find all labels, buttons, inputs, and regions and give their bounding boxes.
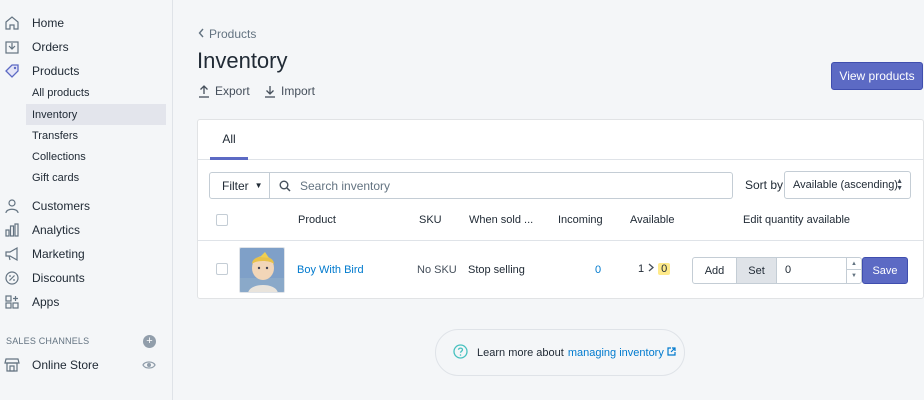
export-button[interactable]: Export (198, 84, 250, 98)
tag-icon (4, 63, 20, 79)
tab-bar: All (198, 120, 923, 160)
column-header-sku[interactable]: SKU (419, 214, 442, 226)
external-link-icon (667, 346, 676, 359)
sidebar-item-label: Home (32, 16, 65, 30)
sort-select[interactable]: Available (ascending) ▲ ▼ (784, 171, 911, 199)
product-link[interactable]: Boy With Bird (297, 264, 364, 276)
inventory-card: All Filter ▼ Sort by Available (ascendin… (197, 119, 924, 299)
sidebar-item-label: Collections (32, 150, 86, 163)
quantity-stepper[interactable]: ▲ ▼ (776, 257, 862, 284)
chevron-right-icon (648, 263, 655, 275)
available-change: 1 0 (638, 263, 671, 275)
sidebar: Home Orders Products All products Invent… (0, 0, 173, 400)
import-icon (265, 85, 275, 98)
column-header-when-sold[interactable]: When sold ... (469, 214, 533, 226)
sort-value: Available (ascending) (793, 179, 898, 191)
column-header-product[interactable]: Product (298, 214, 336, 226)
quantity-input[interactable] (785, 264, 840, 276)
sidebar-subitem-collections[interactable]: Collections (26, 146, 166, 167)
search-field[interactable] (270, 172, 733, 199)
column-header-incoming[interactable]: Incoming (558, 214, 603, 226)
export-icon (199, 84, 209, 98)
select-arrows-icon: ▲ ▼ (896, 178, 903, 192)
view-products-button[interactable]: View products (831, 62, 923, 90)
select-all-checkbox[interactable] (216, 214, 228, 226)
chevron-left-icon (198, 27, 205, 41)
sku-value: No SKU (417, 264, 457, 276)
sidebar-subitem-transfers[interactable]: Transfers (26, 125, 166, 146)
import-label: Import (281, 84, 316, 98)
sidebar-item-label: Orders (32, 40, 69, 54)
sidebar-item-label: Products (32, 64, 80, 78)
sales-channels-heading: SALES CHANNELS (6, 336, 90, 346)
search-icon (279, 180, 291, 192)
sidebar-item-label: Online Store (32, 358, 99, 372)
breadcrumb-label: Products (209, 27, 257, 41)
sidebar-subitem-gift-cards[interactable]: Gift cards (26, 167, 166, 188)
store-icon (4, 357, 20, 373)
eye-icon[interactable] (142, 359, 156, 371)
incoming-value[interactable]: 0 (595, 264, 601, 276)
sidebar-item-label: Inventory (32, 108, 78, 121)
set-quantity-button[interactable]: Set (736, 257, 777, 284)
decrement-icon[interactable]: ▼ (847, 270, 861, 282)
stepper-controls: ▲ ▼ (846, 258, 861, 283)
available-to: 0 (658, 263, 671, 275)
sidebar-subitem-all-products[interactable]: All products (26, 82, 166, 103)
product-thumbnail[interactable] (239, 247, 285, 293)
column-header-edit-quantity: Edit quantity available (743, 214, 851, 226)
bar-chart-icon (4, 222, 20, 238)
sidebar-item-label: Customers (32, 199, 91, 213)
export-label: Export (215, 84, 250, 98)
save-button[interactable]: Save (862, 257, 908, 284)
learn-more-text: Learn more about (477, 346, 564, 359)
column-header-available[interactable]: Available (630, 214, 674, 226)
help-icon (453, 343, 468, 362)
when-sold-value: Stop selling (468, 264, 525, 276)
discount-icon (4, 270, 20, 286)
sort-label: Sort by (745, 178, 784, 192)
sidebar-item-label: Discounts (32, 271, 85, 285)
apps-icon (4, 294, 20, 310)
sidebar-item-label: Transfers (32, 129, 79, 142)
managing-inventory-link[interactable]: managing inventory (568, 347, 664, 359)
page-title: Inventory (197, 48, 288, 73)
sidebar-item-label: Gift cards (32, 171, 80, 184)
person-icon (4, 198, 20, 214)
megaphone-icon (4, 246, 20, 262)
breadcrumb[interactable]: Products (198, 27, 256, 41)
filter-label: Filter (222, 178, 249, 193)
learn-more-callout: Learn more about managing inventory (435, 329, 685, 376)
caret-down-icon: ▼ (254, 181, 263, 190)
row-checkbox[interactable] (216, 263, 228, 275)
add-quantity-button[interactable]: Add (692, 257, 737, 284)
sidebar-item-label: Apps (32, 295, 60, 309)
sidebar-item-label: All products (32, 86, 90, 99)
tab-all[interactable]: All (210, 120, 248, 160)
home-icon (4, 15, 20, 31)
sidebar-subitem-inventory[interactable]: Inventory (26, 104, 166, 125)
sidebar-item-label: Marketing (32, 247, 85, 261)
import-button[interactable]: Import (264, 84, 315, 98)
filter-button[interactable]: Filter ▼ (209, 172, 270, 199)
add-sales-channel-icon[interactable]: + (143, 335, 156, 348)
row-divider (198, 240, 923, 241)
orders-icon (4, 39, 20, 55)
sidebar-item-label: Analytics (32, 223, 81, 237)
available-from: 1 (638, 263, 645, 275)
increment-icon[interactable]: ▲ (847, 258, 861, 270)
search-input[interactable] (300, 178, 700, 193)
